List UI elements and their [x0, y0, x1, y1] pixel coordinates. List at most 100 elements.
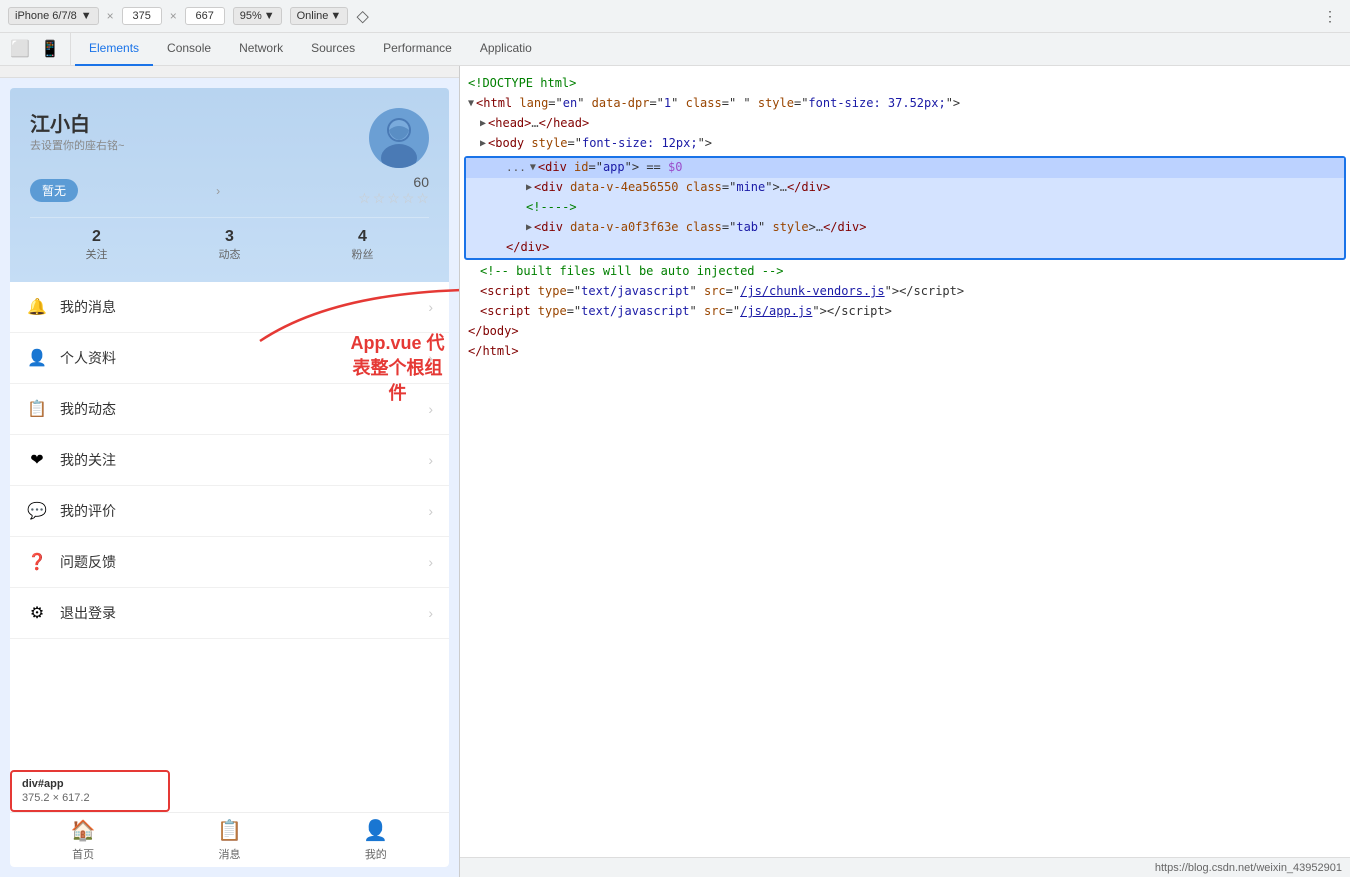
chunk-vendors-link[interactable]: /js/chunk-vendors.js: [740, 282, 885, 301]
profile-meta: 暂无 › 60 ☆ ☆ ☆ ☆ ☆: [30, 174, 429, 207]
tab-triangle[interactable]: [526, 220, 532, 236]
network-dropdown-icon: ▼: [330, 10, 341, 22]
body-triangle[interactable]: [480, 136, 486, 152]
doctype-text: <!DOCTYPE html>: [468, 74, 576, 93]
devtools-bottom-bar: https://blog.csdn.net/weixin_43952901: [460, 857, 1350, 877]
separator-1: ×: [107, 9, 114, 23]
review-label: 我的评价: [60, 501, 428, 521]
bottom-nav: div#app 375.2 × 617.2 🏠 首页 📋 消息 👤 我的: [10, 812, 449, 867]
element-size: 375.2 × 617.2: [22, 792, 158, 804]
follow-label: 我的关注: [60, 450, 428, 470]
menu-item-messages[interactable]: 🔔 我的消息 ›: [10, 282, 449, 333]
star-1: ☆: [358, 190, 371, 207]
code-area: <!DOCTYPE html> <html lang =" en " data-…: [460, 66, 1350, 857]
review-arrow: ›: [428, 503, 433, 519]
review-icon: 💬: [26, 500, 48, 522]
code-line-close-body: </body>: [460, 322, 1350, 342]
logout-label: 退出登录: [60, 603, 428, 623]
profile-top: 江小白 去设置你的座右铭~: [30, 108, 429, 168]
html-attr-lang: lang: [519, 94, 548, 113]
head-triangle[interactable]: [480, 116, 486, 132]
star-2: ☆: [373, 190, 386, 207]
profile-header: 江小白 去设置你的座右铭~ 暂无 ›: [10, 88, 449, 282]
menu-item-review[interactable]: 💬 我的评价 ›: [10, 486, 449, 537]
profile-icon: 👤: [26, 347, 48, 369]
chevron-right-tag: ›: [216, 184, 220, 198]
tab-sources[interactable]: Sources: [297, 33, 369, 66]
messages-label: 我的消息: [60, 297, 428, 317]
logout-icon: ⚙: [26, 602, 48, 624]
messages-icon: 🔔: [26, 296, 48, 318]
tab-network[interactable]: Network: [225, 33, 297, 66]
menu-item-feedback[interactable]: ❓ 问题反馈 ›: [10, 537, 449, 588]
appjs-link[interactable]: /js/app.js: [740, 302, 812, 321]
code-line-head[interactable]: <head> … </head>: [460, 114, 1350, 134]
element-tag: div#app: [22, 778, 158, 790]
profile-bio: 去设置你的座右铭~: [30, 137, 124, 153]
ellipsis-dots: ...: [506, 159, 526, 177]
stat-fans-label: 粉丝: [352, 246, 374, 262]
code-line-app[interactable]: ... <div id =" app "> == $0: [466, 158, 1344, 178]
devtools-panel: <!DOCTYPE html> <html lang =" en " data-…: [460, 66, 1350, 877]
dynamic-icon: 📋: [26, 398, 48, 420]
mine-triangle[interactable]: [526, 180, 532, 196]
code-line-appjs: <script type =" text/javascript " src ="…: [460, 302, 1350, 322]
html-eq1: =": [548, 94, 562, 113]
code-line-tab[interactable]: <div data-v-a0f3f63e class =" tab " styl…: [466, 218, 1344, 238]
nav-mine-icon: 👤: [363, 818, 388, 843]
tab-elements[interactable]: Elements: [75, 33, 153, 66]
home-icon: 🏠: [71, 818, 96, 843]
rotate-icon[interactable]: ⬦: [356, 6, 369, 27]
code-line-mine[interactable]: <div data-v-4ea56550 class =" mine "> … …: [466, 178, 1344, 198]
devtools-tab-area: Elements Console Network Sources Perform…: [71, 33, 1350, 66]
stat-fans: 4 粉丝: [352, 228, 374, 262]
app-triangle[interactable]: [530, 160, 536, 176]
tab-application[interactable]: Applicatio: [466, 33, 546, 66]
annotation-area: App.vue 代表整个根组件: [345, 331, 450, 407]
network-select[interactable]: Online ▼: [290, 7, 349, 25]
stat-follow-number: 2: [92, 228, 101, 246]
code-line-built-comment: <!-- built files will be auto injected -…: [460, 262, 1350, 282]
device-toggle-icon[interactable]: 📱: [38, 37, 62, 61]
feedback-icon: ❓: [26, 551, 48, 573]
profile-name: 江小白: [30, 108, 124, 137]
tag-button[interactable]: 暂无: [30, 179, 78, 202]
star-3: ☆: [387, 190, 400, 207]
highlighted-block: ... <div id =" app "> == $0 <div data-v-…: [464, 156, 1346, 260]
phone-content: 江小白 去设置你的座右铭~ 暂无 ›: [10, 88, 449, 867]
tab-console[interactable]: Console: [153, 33, 225, 66]
device-select[interactable]: iPhone 6/7/8 ▼: [8, 7, 99, 25]
width-input[interactable]: 375: [122, 7, 162, 25]
devtools-tabs-bar: ⬜ 📱 Elements Console Network Sources Per…: [0, 33, 1350, 66]
logout-arrow: ›: [428, 605, 433, 621]
nav-home[interactable]: 🏠 首页: [10, 813, 156, 867]
more-options-icon[interactable]: ⋮: [1318, 4, 1342, 28]
stats-row: 2 关注 3 动态 4 粉丝: [30, 217, 429, 272]
html-tag-open: <html: [476, 94, 519, 113]
menu-item-logout[interactable]: ⚙ 退出登录 ›: [10, 588, 449, 639]
code-line-html[interactable]: <html lang =" en " data-dpr =" 1 " class…: [460, 94, 1350, 114]
nav-mine[interactable]: 👤 我的: [303, 813, 449, 867]
avatar[interactable]: [369, 108, 429, 168]
nav-messages-label: 消息: [218, 846, 240, 862]
browser-toolbar: iPhone 6/7/8 ▼ × 375 × 667 95% ▼ Online …: [0, 0, 1350, 33]
height-input[interactable]: 667: [185, 7, 225, 25]
network-label: Online: [297, 10, 329, 22]
star-5: ☆: [416, 190, 429, 207]
device-label: iPhone 6/7/8: [15, 10, 77, 22]
html-triangle[interactable]: [468, 96, 474, 112]
annotation-text: App.vue 代表整个根组件: [345, 331, 450, 407]
avatar-svg: [369, 108, 429, 168]
code-line-body[interactable]: <body style =" font-size: 12px; ">: [460, 134, 1350, 154]
follow-arrow: ›: [428, 452, 433, 468]
code-line-comment: <!---->: [466, 198, 1344, 218]
tab-performance[interactable]: Performance: [369, 33, 466, 66]
ruler-area: [0, 66, 459, 78]
main-area: 江小白 去设置你的座右铭~ 暂无 ›: [0, 66, 1350, 877]
menu-item-follow[interactable]: ❤ 我的关注 ›: [10, 435, 449, 486]
nav-messages[interactable]: 📋 消息: [156, 813, 302, 867]
inspect-cursor-icon[interactable]: ⬜: [8, 37, 32, 61]
separator-2: ×: [170, 9, 177, 23]
nav-home-label: 首页: [72, 846, 94, 862]
zoom-select[interactable]: 95% ▼: [233, 7, 282, 25]
